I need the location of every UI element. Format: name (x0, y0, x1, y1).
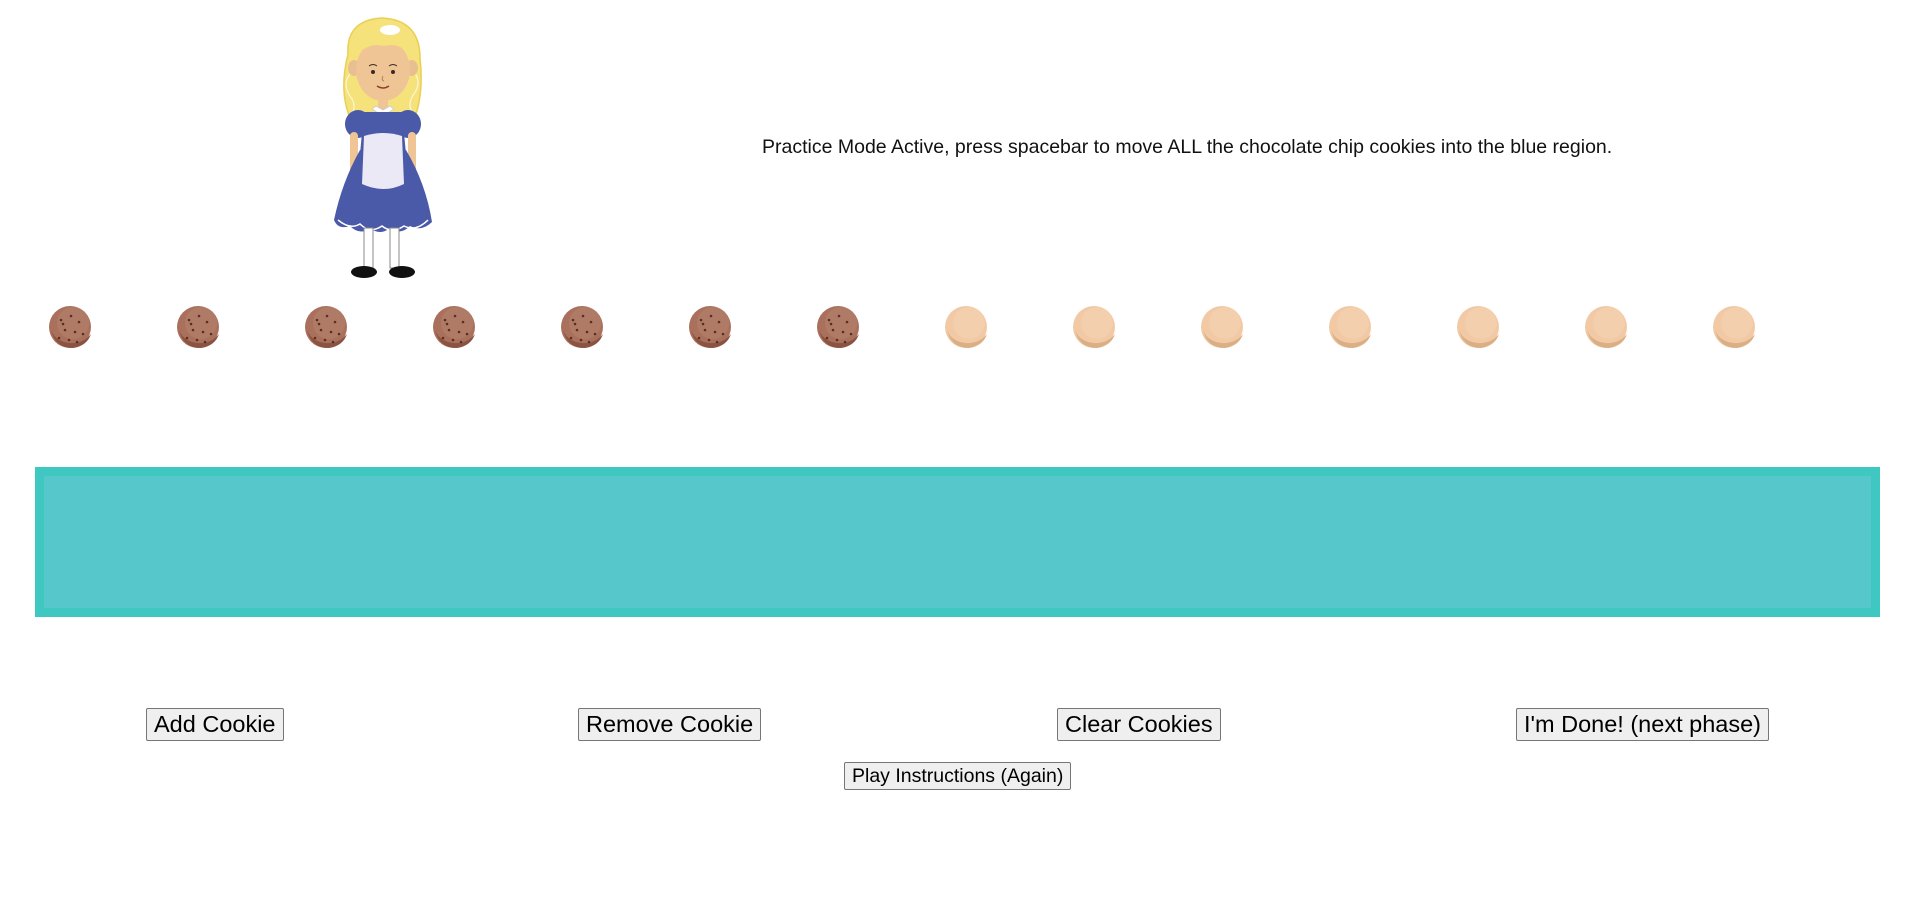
chocolate-chip-cookie-icon[interactable] (687, 304, 733, 350)
cookie-row (0, 304, 1918, 354)
plain-cookie-icon[interactable] (1583, 304, 1629, 350)
chocolate-chip-cookie-icon[interactable] (175, 304, 221, 350)
chocolate-chip-cookie-icon[interactable] (559, 304, 605, 350)
chocolate-chip-cookie-icon[interactable] (303, 304, 349, 350)
add-cookie-button[interactable]: Add Cookie (146, 708, 284, 741)
play-instructions-button[interactable]: Play Instructions (Again) (844, 762, 1072, 790)
plain-cookie-icon[interactable] (1455, 304, 1501, 350)
instructions-text: Practice Mode Active, press spacebar to … (762, 136, 1613, 158)
plain-cookie-icon[interactable] (1711, 304, 1757, 350)
drop-zone[interactable] (35, 467, 1880, 617)
remove-cookie-button[interactable]: Remove Cookie (578, 708, 762, 741)
plain-cookie-icon[interactable] (1199, 304, 1245, 350)
clear-cookies-button[interactable]: Clear Cookies (1057, 708, 1221, 741)
chocolate-chip-cookie-icon[interactable] (431, 304, 477, 350)
plain-cookie-icon[interactable] (1071, 304, 1117, 350)
chocolate-chip-cookie-icon[interactable] (815, 304, 861, 350)
plain-cookie-icon[interactable] (943, 304, 989, 350)
plain-cookie-icon[interactable] (1327, 304, 1373, 350)
done-next-phase-button[interactable]: I'm Done! (next phase) (1516, 708, 1769, 741)
girl-character-icon (328, 14, 440, 286)
chocolate-chip-cookie-icon[interactable] (47, 304, 93, 350)
